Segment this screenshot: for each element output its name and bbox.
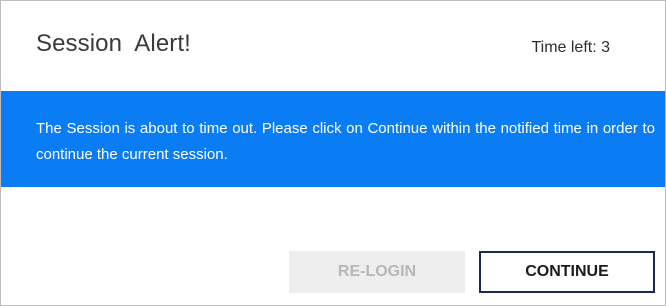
dialog-header: Session Alert! Time left: 3 [1,1,665,91]
time-left-counter: Time left: 3 [531,39,610,56]
alert-message-banner: The Session is about to time out. Please… [1,91,665,187]
alert-message-text: The Session is about to time out. Please… [36,120,655,163]
relogin-button[interactable]: RE-LOGIN [289,251,465,293]
continue-button[interactable]: CONTINUE [479,251,655,293]
session-alert-dialog: Session Alert! Time left: 3 The Session … [0,0,666,306]
dialog-title: Session Alert! [36,30,191,57]
